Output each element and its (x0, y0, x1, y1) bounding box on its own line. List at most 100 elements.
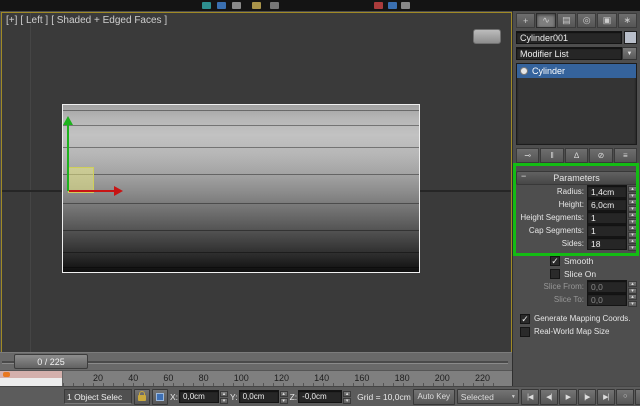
tick-label: 100 (233, 373, 249, 383)
cylinder-edge (63, 110, 419, 111)
track-bar-ruler[interactable]: 20 40 60 80 100 120 140 160 180 200 220 (63, 371, 512, 387)
toolbar-icon[interactable] (217, 2, 226, 9)
object-color-swatch[interactable] (624, 31, 637, 44)
gizmo-x-axis-arrowhead[interactable] (114, 186, 123, 196)
z-spinner[interactable]: ▴ ▾ (343, 390, 352, 404)
motion-tab[interactable]: ◎ (576, 13, 597, 28)
hierarchy-tab[interactable]: ▤ (556, 13, 576, 28)
toolbar-icon[interactable] (252, 2, 261, 9)
modifier-stack[interactable]: Cylinder (516, 63, 637, 145)
auto-key-button[interactable]: Auto Key (412, 388, 455, 405)
time-configuration-button[interactable]: ▦ (634, 388, 640, 405)
key-mode-toggle-button[interactable]: ○ (615, 388, 634, 405)
time-slider-handle[interactable]: 0 / 225 (14, 354, 88, 369)
maxscript-mini-listener[interactable] (0, 371, 63, 387)
collapse-icon: − (521, 171, 527, 181)
radius-field[interactable]: 1,4cm (587, 185, 627, 198)
x-coordinate-field[interactable]: 0,0cm (179, 390, 220, 403)
generate-mapping-coords-checkbox[interactable] (520, 313, 530, 324)
status-bar: 1 Object Selec X: 0,0cm ▴ ▾ Y: 0,0cm ▴ ▾ Z… (0, 386, 640, 406)
make-unique-button[interactable]: ∆ (564, 148, 589, 163)
slice-on-checkbox[interactable] (550, 268, 560, 279)
height-segments-field[interactable]: 1 (587, 211, 627, 224)
create-tab[interactable]: + (516, 13, 536, 28)
lock-icon (138, 391, 146, 401)
height-spinner[interactable]: ▴ ▾ (628, 199, 637, 212)
transport-controls: |◀ ◀| ▶ |▶ ▶| ○ ▦ ≡ (520, 388, 640, 405)
toolbar-icon[interactable] (270, 2, 279, 9)
absolute-mode-button[interactable] (152, 388, 168, 405)
smooth-checkbox[interactable] (550, 255, 560, 266)
gizmo-x-axis-arrow[interactable] (69, 190, 115, 192)
pin-stack-button[interactable]: ⊸ (516, 148, 540, 163)
visibility-bulb-icon[interactable] (520, 67, 528, 75)
viewport-left[interactable]: [+] [ Left ] [ Shaded + Edged Faces ] (1, 12, 512, 353)
utilities-tab[interactable]: ∗ (617, 13, 637, 28)
slice-to-spinner[interactable]: ▴ ▾ (628, 294, 637, 307)
configure-modifier-sets-button[interactable]: ≡ (613, 148, 638, 163)
sides-field[interactable]: 18 (587, 237, 627, 250)
height-segments-spinner[interactable]: ▴ ▾ (628, 212, 637, 225)
remove-modifier-button[interactable]: ⊘ (589, 148, 613, 163)
ruler-numbers: 20 40 60 80 100 120 140 160 180 200 220 (63, 373, 498, 383)
height-label: Height: (558, 200, 584, 209)
modifier-list-dropdown[interactable]: Modifier List (516, 47, 622, 60)
modify-tab[interactable]: ∿ (536, 13, 556, 28)
x-coordinate-group: X: 0,0cm ▴ ▾ (170, 390, 229, 404)
viewport-general-menu[interactable]: [+] (6, 15, 17, 26)
rollout-title: Parameters (553, 173, 600, 183)
gizmo-y-axis-arrowhead[interactable] (63, 116, 73, 125)
toolbar-icon[interactable] (388, 2, 397, 9)
parameters-rollout-header[interactable]: − Parameters (516, 171, 637, 185)
play-button[interactable]: ▶ (558, 388, 577, 405)
sides-spinner[interactable]: ▴ ▾ (628, 238, 637, 251)
generate-mapping-coords-label: Generate Mapping Coords. (534, 314, 631, 323)
tick-label: 160 (354, 373, 370, 383)
toolbar-icon[interactable] (401, 2, 410, 9)
slice-to-field[interactable]: 0,0 (587, 293, 627, 306)
toolbar-icon[interactable] (232, 2, 241, 9)
viewport-label: [+] [ Left ] [ Shaded + Edged Faces ] (6, 15, 167, 26)
x-label: X: (170, 391, 179, 402)
cylinder-edge (63, 230, 419, 232)
track-bar[interactable]: 20 40 60 80 100 120 140 160 180 200 220 (0, 370, 512, 387)
smooth-label: Smooth (564, 255, 594, 266)
object-name-field[interactable]: Cylinder001 (516, 31, 622, 44)
radius-spinner[interactable]: ▴ ▾ (628, 186, 637, 199)
viewcube[interactable] (473, 29, 501, 44)
time-slider[interactable]: 0 / 225 (0, 352, 512, 370)
modifier-stack-item-cylinder[interactable]: Cylinder (517, 64, 636, 78)
z-coordinate-field[interactable]: -0,0cm (298, 390, 343, 403)
next-frame-button[interactable]: |▶ (577, 388, 596, 405)
height-field[interactable]: 6,0cm (587, 198, 627, 211)
go-to-start-button[interactable]: |◀ (520, 388, 539, 405)
previous-frame-button[interactable]: ◀| (539, 388, 558, 405)
viewport-pov-menu[interactable]: [ Left ] (20, 15, 48, 26)
slice-from-spinner[interactable]: ▴ ▾ (628, 281, 637, 294)
cap-segments-field[interactable]: 1 (587, 224, 627, 237)
cylinder-edge (63, 124, 419, 126)
slice-to-label: Slice To: (553, 295, 584, 304)
slice-from-field[interactable]: 0,0 (587, 280, 627, 293)
toolbar-icon[interactable] (374, 2, 383, 9)
selection-lock-button[interactable] (134, 388, 150, 405)
x-spinner[interactable]: ▴ ▾ (220, 390, 229, 404)
stack-item-label: Cylinder (532, 66, 566, 76)
toolbar-icon[interactable] (202, 2, 211, 9)
command-panel-tabs: + ∿ ▤ ◎ ▣ ∗ (516, 13, 637, 28)
real-world-map-size-checkbox[interactable] (520, 326, 530, 337)
macro-recorder-row[interactable] (0, 371, 62, 378)
grid-origin-vertical-line (30, 13, 31, 352)
show-end-result-button[interactable]: ‖ (540, 148, 564, 163)
y-coordinate-field[interactable]: 0,0cm (238, 390, 279, 403)
grid-size-readout: Grid = 10,0cm (357, 391, 411, 402)
cap-segments-spinner[interactable]: ▴ ▾ (628, 225, 637, 238)
chevron-down-icon[interactable]: ▼ (622, 47, 637, 60)
gizmo-y-axis-arrow[interactable] (67, 125, 69, 191)
display-tab[interactable]: ▣ (597, 13, 617, 28)
y-spinner[interactable]: ▴ ▾ (279, 390, 288, 404)
key-filter-dropdown[interactable]: Selected (456, 389, 519, 404)
go-to-end-button[interactable]: ▶| (596, 388, 615, 405)
viewport-shading-menu[interactable]: [ Shaded + Edged Faces ] (51, 15, 167, 26)
tick-label: 40 (128, 373, 139, 383)
